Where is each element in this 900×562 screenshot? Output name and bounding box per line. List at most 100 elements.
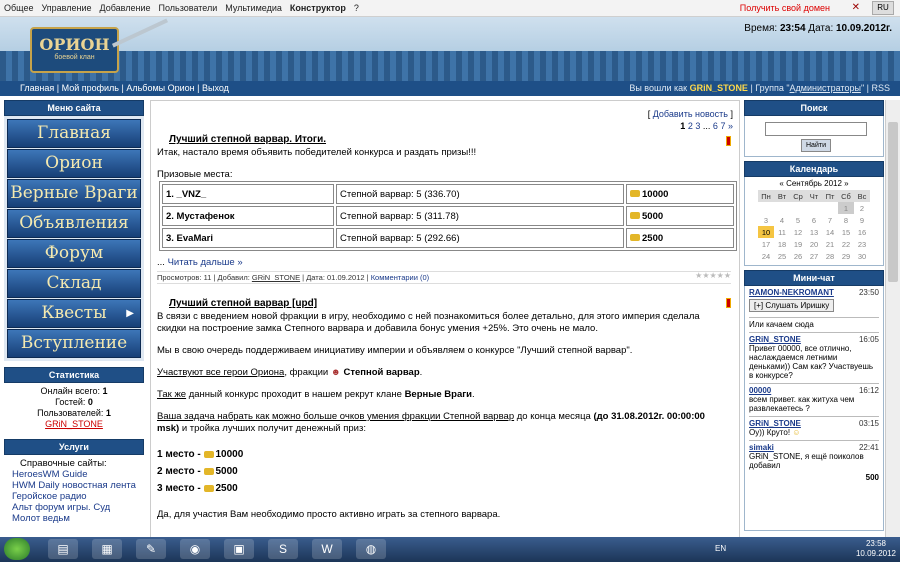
calendar-day[interactable]: 9 bbox=[854, 214, 870, 226]
calendar-day[interactable]: 21 bbox=[822, 238, 838, 250]
service-link-daily[interactable]: HWM Daily новостная лента bbox=[12, 480, 136, 491]
admin-menu-users[interactable]: Пользователи bbox=[155, 0, 222, 13]
service-link-radio[interactable]: Геройское радио bbox=[12, 491, 136, 502]
calendar-day[interactable]: 8 bbox=[838, 214, 854, 226]
tray-clock[interactable]: 23:58 10.09.2012 bbox=[856, 539, 896, 559]
admin-menu-manage[interactable]: Управление bbox=[37, 0, 95, 13]
document-icon[interactable]: ▦ bbox=[92, 539, 122, 559]
calendar-day[interactable]: 18 bbox=[774, 238, 790, 250]
calendar-day[interactable]: 27 bbox=[806, 250, 822, 262]
calendar-day[interactable]: 10 bbox=[758, 226, 774, 238]
search-input[interactable] bbox=[765, 122, 867, 136]
menu-item-enemies[interactable]: Верные Враги bbox=[7, 179, 141, 208]
calendar-day[interactable]: 20 bbox=[806, 238, 822, 250]
comments-link[interactable]: Комментарии (0) bbox=[371, 273, 430, 282]
add-news-link[interactable]: Добавить новость bbox=[653, 109, 728, 119]
news-title[interactable]: Лучший степной варвар [upd] bbox=[169, 298, 317, 309]
nav-link-albums[interactable]: Альбомы Орион bbox=[126, 83, 194, 93]
page-scrollbar[interactable] bbox=[885, 100, 900, 537]
calendar-day[interactable]: 5 bbox=[790, 214, 806, 226]
menu-item-storage[interactable]: Склад bbox=[7, 269, 141, 298]
admin-menu-help[interactable]: ? bbox=[350, 0, 363, 13]
read-more-link[interactable]: Читать дальше » bbox=[168, 257, 243, 268]
chat-nick[interactable]: GRiN_STONE bbox=[749, 419, 801, 428]
page-link[interactable]: 6 bbox=[713, 121, 718, 131]
calendar-day[interactable]: 19 bbox=[790, 238, 806, 250]
language-indicator[interactable]: EN bbox=[715, 544, 726, 553]
calendar-day[interactable]: 4 bbox=[774, 214, 790, 226]
edit-marker-icon[interactable] bbox=[726, 136, 731, 146]
calendar-day[interactable]: 17 bbox=[758, 238, 774, 250]
calendar-day[interactable]: 13 bbox=[806, 226, 822, 238]
listen-button[interactable]: [+] Слушать Иришку bbox=[749, 299, 835, 312]
calendar-day[interactable]: 16 bbox=[854, 226, 870, 238]
search-button[interactable]: Найти bbox=[801, 139, 831, 152]
menu-item-ads[interactable]: Объявления bbox=[7, 209, 141, 238]
calendar-day[interactable]: 7 bbox=[822, 214, 838, 226]
calendar-day[interactable]: 11 bbox=[774, 226, 790, 238]
menu-item-quests[interactable]: Квесты ▶ bbox=[7, 299, 141, 328]
calendar-day[interactable]: 24 bbox=[758, 250, 774, 262]
service-link-guide[interactable]: HeroesWM Guide bbox=[12, 469, 136, 480]
edit-marker-icon[interactable] bbox=[726, 298, 731, 308]
menu-item-home[interactable]: Главная bbox=[7, 119, 141, 148]
news-title[interactable]: Лучший степной варвар. Итоги. bbox=[169, 134, 326, 145]
admin-menu-add[interactable]: Добавление bbox=[96, 0, 155, 13]
nav-link-profile[interactable]: Мой профиль bbox=[62, 83, 119, 93]
browser-icon[interactable]: ◍ bbox=[356, 539, 386, 559]
calculator-icon[interactable]: ▣ bbox=[224, 539, 254, 559]
page-link[interactable]: 2 bbox=[688, 121, 693, 131]
start-button[interactable] bbox=[4, 538, 30, 560]
site-logo[interactable]: ОРИОН боевой клан bbox=[30, 27, 119, 73]
current-user[interactable]: GRiN_STONE bbox=[690, 83, 748, 93]
user-group[interactable]: Администраторы bbox=[790, 83, 861, 93]
nav-link-home[interactable]: Главная bbox=[20, 83, 54, 93]
chat-nick[interactable]: GRiN_STONE bbox=[749, 335, 801, 344]
calendar-day[interactable]: 26 bbox=[790, 250, 806, 262]
paint-icon[interactable]: ✎ bbox=[136, 539, 166, 559]
close-icon[interactable]: ✕ bbox=[852, 2, 860, 13]
language-flag-icon[interactable]: RU bbox=[872, 1, 894, 15]
explorer-icon[interactable]: ▤ bbox=[48, 539, 78, 559]
calendar-day[interactable]: 6 bbox=[806, 214, 822, 226]
rss-link[interactable]: RSS bbox=[871, 83, 890, 93]
calendar-day[interactable]: 14 bbox=[822, 226, 838, 238]
calendar-day[interactable]: 25 bbox=[774, 250, 790, 262]
calendar-day[interactable]: 23 bbox=[854, 238, 870, 250]
calendar-day[interactable]: 29 bbox=[838, 250, 854, 262]
online-user-link[interactable]: GRiN_STONE bbox=[4, 419, 144, 430]
firefox-icon[interactable]: ◉ bbox=[180, 539, 210, 559]
news-paragraph: Так же данный конкурс проходит в нашем р… bbox=[157, 389, 475, 400]
scrollbar-thumb[interactable] bbox=[888, 122, 898, 282]
calendar-day[interactable]: 28 bbox=[822, 250, 838, 262]
news-author[interactable]: GRiN_STONE bbox=[252, 273, 300, 282]
calendar-day[interactable]: 30 bbox=[854, 250, 870, 262]
service-link-hammer[interactable]: Молот ведьм bbox=[12, 513, 136, 524]
admin-menu-constructor[interactable]: Конструктор bbox=[286, 0, 350, 13]
menu-item-forum[interactable]: Форум bbox=[7, 239, 141, 268]
gold-icon bbox=[630, 190, 640, 198]
calendar-day[interactable]: 3 bbox=[758, 214, 774, 226]
service-link-altforum[interactable]: Альт форум игры. Суд bbox=[12, 502, 136, 513]
page-next[interactable]: » bbox=[728, 121, 733, 131]
get-domain-link[interactable]: Получить свой домен bbox=[740, 3, 830, 13]
menu-item-orion[interactable]: Орион bbox=[7, 149, 141, 178]
rating-stars[interactable]: ★★★★★ bbox=[695, 271, 731, 280]
admin-menu-general[interactable]: Общее bbox=[0, 0, 37, 13]
nav-link-logout[interactable]: Выход bbox=[202, 83, 229, 93]
calendar-day[interactable]: 15 bbox=[838, 226, 854, 238]
chat-nick[interactable]: simaki bbox=[749, 443, 774, 452]
page-current: 1 bbox=[680, 121, 686, 131]
page-link[interactable]: 3 bbox=[695, 121, 700, 131]
chat-nick[interactable]: RAMON-NEKROMANT bbox=[749, 288, 834, 297]
calendar-day[interactable]: 2 bbox=[854, 202, 870, 214]
game-icon[interactable]: W bbox=[312, 539, 342, 559]
chat-nick[interactable]: 00000 bbox=[749, 386, 771, 395]
skype-icon[interactable]: S bbox=[268, 539, 298, 559]
calendar-day[interactable]: 22 bbox=[838, 238, 854, 250]
admin-menu-multimedia[interactable]: Мультимедиа bbox=[221, 0, 286, 13]
calendar-day[interactable]: 12 bbox=[790, 226, 806, 238]
calendar-day[interactable]: 1 bbox=[838, 202, 854, 214]
page-link[interactable]: 7 bbox=[720, 121, 725, 131]
menu-item-join[interactable]: Вступление bbox=[7, 329, 141, 358]
